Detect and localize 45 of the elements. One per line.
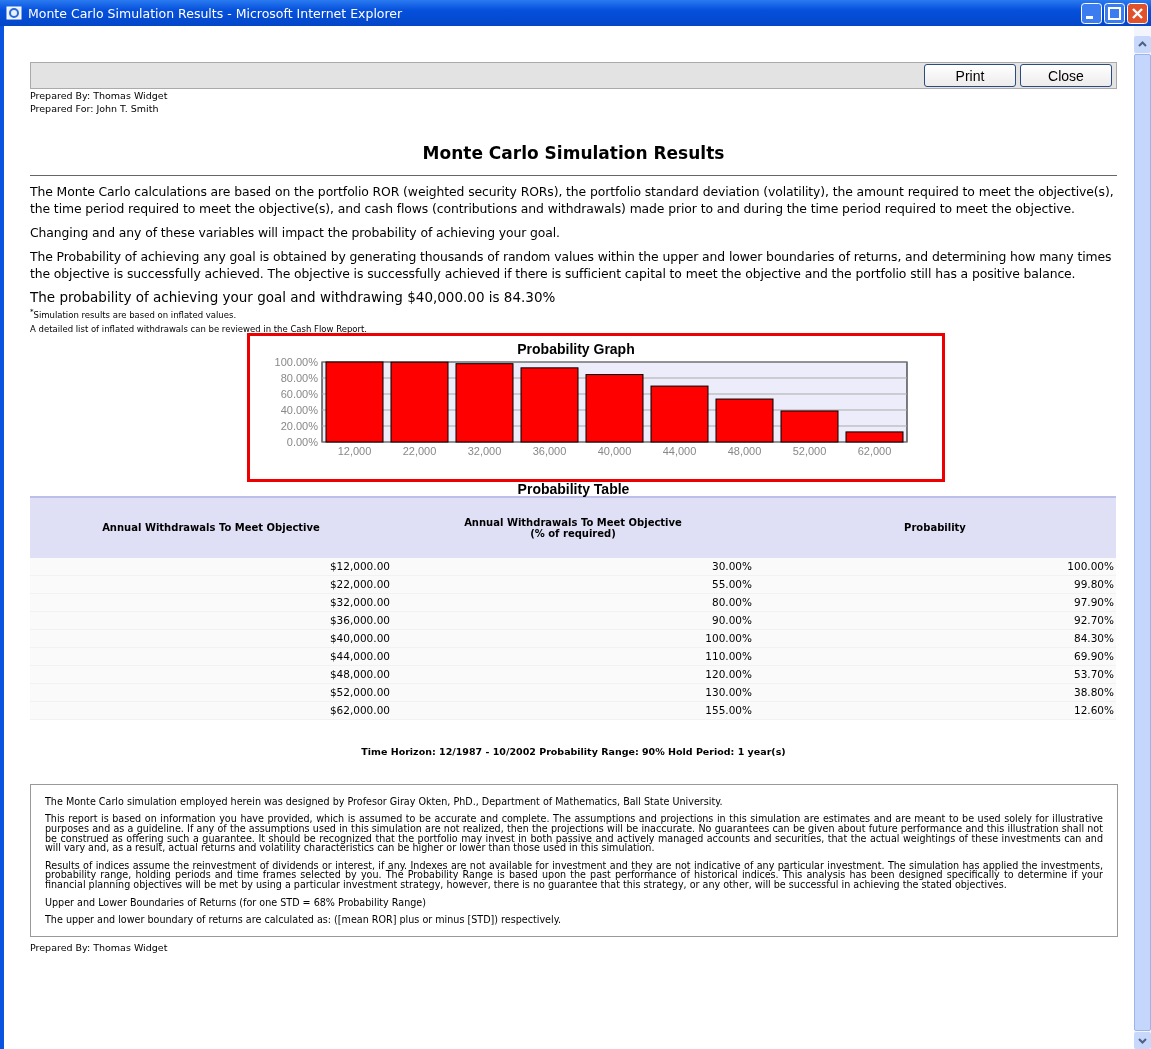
close-icon[interactable] <box>1127 2 1148 24</box>
prepared-line: Prepared For: John T. Smith <box>30 102 160 115</box>
toolbar-button[interactable]: Close <box>1020 64 1112 87</box>
note: $^{*}$Simulation results are based on inflated values. <box>30 306 238 322</box>
toolbar-button[interactable]: Print <box>924 64 1016 87</box>
time-horizon: Time Horizon: 12/1987 - 10/2002 Probability Range: 90% Hold Period: 1 year(s) <box>360 745 787 757</box>
minimize-icon[interactable] <box>1081 2 1102 24</box>
table-title: Probability Table <box>516 481 631 496</box>
scroll-down-icon[interactable] <box>1134 1032 1151 1049</box>
column-header: Annual Withdrawals To Meet Objective <box>30 496 392 558</box>
x-tick-label: 62,000 <box>857 444 891 457</box>
column-header: Probability <box>754 496 1116 558</box>
disclaimer-text: Results of indices assume the reinvestment of dividends or interest, if any. Indexes are not available for investment and they are not indicative of any particular investment. The simulation has applied the investments, probability range, holding periods and time frames selected by you. The Probability Range is based upon the past performance of historical indices. This analysis has been designed specifically to determine if your financial planning objectives will be met by using a particular investment strategy, however, there is no guarantee that this strategy, or any other, will be successful in achieving the stated objectives. <box>45 860 1103 890</box>
chart-title: Probability Graph <box>516 340 635 357</box>
disclaimer-text: This report is based on information you have provided, which is assumed to be accurate and complete. The assumptions and projections in this simulation are estimates and are meant to be used solely for illustrative purposes and as a guideline. If any of the assumptions used in this simulation are not realized, then the projections will be inaccurate. No guarantees can be given about future performance and this illustration shall not be construed as offering such a guarantee. It should be recognized that the portfolio may invest in both passive and actively managed accounts and securities, that the actual weightings of these investments can and will vary and, as a result, actual returns and volatility characteristics can be higher or lower than those used in this simulation. <box>45 814 1103 853</box>
x-tick-label: 36,000 <box>532 444 566 457</box>
y-tick-label: 60.00% <box>280 387 318 400</box>
disclaimer-text: The upper and lower boundary of returns are calculated as: ([mean ROR] plus or minus [STD]) respectively. <box>45 915 563 925</box>
y-tick-label: 0.00% <box>286 435 318 448</box>
paragraph: Changing and any of these variables will impact the probability of achieving your goal. <box>30 224 561 241</box>
x-tick-label: 32,000 <box>467 444 501 457</box>
probability-summary: The probability of achieving your goal and withdrawing $40,000.00 is 84.30% <box>30 289 557 305</box>
x-tick-label: 52,000 <box>792 444 826 457</box>
x-tick-label: 12,000 <box>337 444 371 457</box>
maximize-icon[interactable] <box>1104 2 1125 24</box>
y-tick-label: 40.00% <box>280 403 318 416</box>
paragraph: The Monte Carlo calculations are based on the portfolio ROR (weighted security RORs), the portfolio standard deviation (volatility), the amount required to meet the objective(s), the time period required to meet the objective(s), and cash flows (contributions and withdrawals) made prior to and during the time period required to meet the objective. <box>30 183 1115 217</box>
prepared-line: Prepared By: Thomas Widget <box>30 89 169 102</box>
x-tick-label: 48,000 <box>727 444 761 457</box>
y-tick-label: 80.00% <box>280 371 318 384</box>
column-header: Annual Withdrawals To Meet Objective (% of required) <box>392 496 754 558</box>
window-title: Monte Carlo Simulation Results - Microsoft Internet Explorer <box>28 5 404 21</box>
x-tick-label: 44,000 <box>662 444 696 457</box>
report-heading: Monte Carlo Simulation Results <box>421 143 726 163</box>
browser-icon <box>6 5 22 21</box>
disclaimer-text: The Monte Carlo simulation employed herein was designed by Profesor Giray Okten, PhD., Department of Mathematics, Ball State University. <box>45 796 724 807</box>
disclaimer-text: Upper and Lower Boundaries of Returns (for one STD = 68% Probability Range) <box>45 897 427 908</box>
note: A detailed list of inflated withdrawals can be reviewed in the Cash Flow Report. <box>30 322 369 336</box>
scroll-up-icon[interactable] <box>1134 36 1151 53</box>
x-tick-label: 22,000 <box>402 444 436 457</box>
y-tick-label: 20.00% <box>280 419 318 432</box>
x-tick-label: 40,000 <box>597 444 631 457</box>
y-tick-label: 100.00% <box>274 355 318 368</box>
paragraph: The Probability of achieving any goal is obtained by generating thousands of random values within the upper and lower boundaries of returns, and determining how many times the objective is successfully achieved. The objective is successfully achieved if there is sufficient capital to meet the objective and the portfolio still has a positive balance. <box>30 248 1113 282</box>
prepared-line: Prepared By: Thomas Widget <box>30 941 169 953</box>
